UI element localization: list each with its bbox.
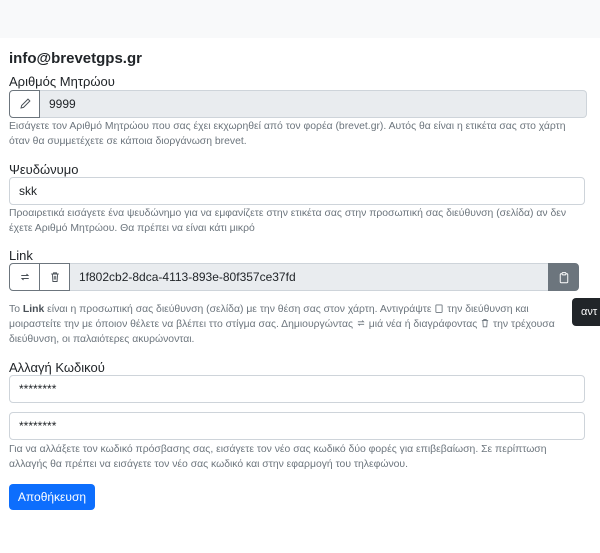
edit-registration-button[interactable] [9, 90, 40, 118]
link-help: Το Link είναι η προσωπική σας διεύθυνση … [9, 302, 564, 347]
trash-icon [50, 272, 59, 282]
registration-number-field[interactable]: 9999 [40, 90, 587, 118]
link-label: Link [9, 248, 33, 263]
refresh-link-button[interactable] [9, 263, 40, 291]
new-password-input[interactable]: ******** [9, 375, 585, 403]
trash-icon [482, 319, 489, 328]
confirm-password-input[interactable]: ******** [9, 412, 585, 440]
clipboard-icon [559, 271, 568, 283]
link-value: 1f802cb2-8dca-4113-893e-80f357ce37fd [79, 270, 296, 284]
confirm-password-value: ******** [19, 419, 57, 433]
registration-label: Αριθμός Μητρώου [9, 74, 115, 89]
save-button[interactable]: Αποθήκευση [9, 484, 95, 510]
delete-link-button[interactable] [40, 263, 70, 291]
link-help-text-3: μιά νέα ή διαγράφοντας [365, 319, 481, 330]
registration-number-value: 9999 [49, 97, 76, 111]
registration-input-group: 9999 [9, 90, 587, 118]
refresh-icon [357, 320, 365, 326]
clipboard-icon [435, 304, 443, 313]
refresh-icon [20, 273, 29, 281]
account-email: info@brevetgps.gr [9, 50, 142, 67]
password-label: Αλλαγή Κωδικού [9, 360, 105, 375]
top-navbar [0, 0, 600, 38]
copy-link-button[interactable] [548, 263, 579, 291]
nickname-input[interactable]: skk [9, 177, 585, 205]
password-help: Για να αλλάξετε τον κωδικό πρόσβασης σας… [9, 444, 547, 470]
link-input-group: 1f802cb2-8dca-4113-893e-80f357ce37fd [9, 263, 579, 291]
registration-help: Εισάγετε τον Αριθμό Μητρώου που σας έχει… [9, 121, 566, 147]
copy-tooltip: αντ [572, 298, 600, 326]
link-help-text-pre: Το [9, 304, 23, 315]
nickname-help: Προαιρετικά εισάγετε ένα ψευδώνημο για ν… [9, 208, 567, 234]
link-help-bold: Link [22, 304, 45, 315]
pencil-icon [19, 98, 31, 109]
link-field[interactable]: 1f802cb2-8dca-4113-893e-80f357ce37fd [70, 263, 548, 291]
link-help-text-1: είναι η προσωπική σας διεύθυνση (σελίδα)… [44, 304, 435, 315]
nickname-value: skk [19, 184, 37, 198]
new-password-value: ******** [19, 382, 57, 396]
nickname-label: Ψευδώνυμο [9, 162, 79, 177]
